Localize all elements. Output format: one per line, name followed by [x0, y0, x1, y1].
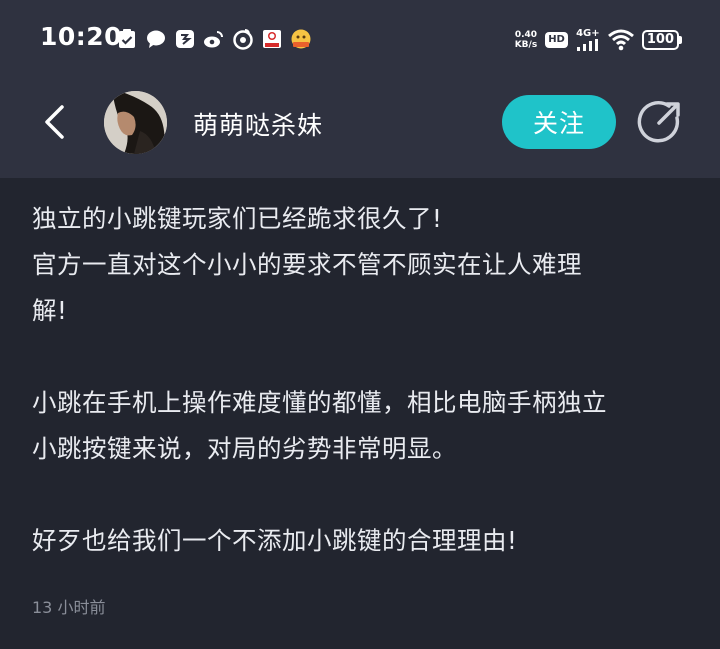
netease-icon: [233, 29, 253, 50]
username[interactable]: 萌萌哒杀妹: [193, 106, 323, 142]
check-icon: [119, 29, 135, 48]
post-paragraph: 好歹也给我们一个不添加小跳键的合理理由!: [32, 526, 518, 555]
game-icon: [291, 29, 311, 49]
cellular-signal: 4G+: [576, 29, 600, 51]
kfc-icon: [263, 30, 281, 48]
share-icon: [637, 101, 680, 143]
avatar[interactable]: [104, 91, 167, 154]
network-speed: 0.40 KB/s: [514, 30, 538, 50]
post-body: 独立的小跳键玩家们已经跪求很久了! 官方一直对这个小小的要求不管不顾实在让人难理…: [32, 196, 692, 610]
notification-icons: [116, 24, 312, 54]
status-bar: 10:20 0.40 KB/s HD 4G+ 100: [0, 0, 720, 78]
vpn-icon: [176, 30, 194, 48]
hd-badge: HD: [545, 32, 568, 48]
follow-button[interactable]: 关注: [502, 95, 616, 149]
post-paragraph: 独立的小跳键玩家们已经跪求很久了! 官方一直对这个小小的要求不管不顾实在让人难理…: [32, 204, 582, 325]
back-button[interactable]: [32, 100, 76, 144]
status-indicators: 0.40 KB/s HD 4G+ 100: [515, 26, 682, 54]
post-paragraph: 小跳在手机上操作难度懂的都懂，相比电脑手柄独立 小跳按键来说，对局的劣势非常明显…: [32, 388, 607, 463]
chat-icon: [147, 30, 165, 48]
share-button[interactable]: [636, 100, 682, 146]
battery-indicator: 100: [641, 30, 682, 50]
back-arrow-icon: [45, 105, 64, 139]
header-bar: 10:20 0.40 KB/s HD 4G+ 100 萌萌哒杀妹 关注: [0, 0, 720, 178]
wifi-icon: [607, 29, 634, 51]
post-timestamp: 13 小时前: [32, 598, 106, 617]
signal-bars-icon: [576, 39, 598, 51]
weibo-icon: [204, 31, 223, 48]
status-time: 10:20: [40, 22, 123, 51]
